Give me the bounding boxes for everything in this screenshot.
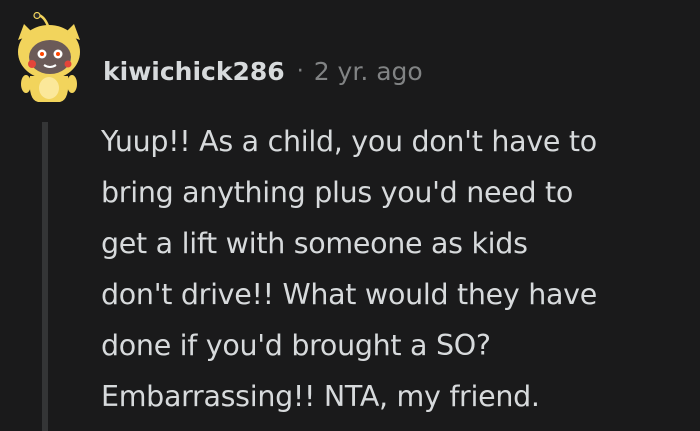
thread-collapse-line[interactable] (42, 122, 48, 431)
comment-body: Yuup!! As a child, you don't have to bri… (101, 116, 691, 422)
username-link[interactable]: kiwichick286 (103, 57, 285, 86)
comment-meta: kiwichick286 · 2 yr. ago (103, 54, 423, 88)
comment-body-line: bring anything plus you'd need to (101, 176, 574, 209)
snoo-avatar-icon (18, 11, 80, 102)
comment-body-line: get a lift with someone as kids (101, 227, 528, 260)
comment-timestamp[interactable]: 2 yr. ago (314, 57, 423, 86)
meta-separator: · (296, 58, 304, 84)
comment-body-line: Yuup!! As a child, you don't have to (101, 125, 597, 158)
comment-body-line: don't drive!! What would they have (101, 278, 597, 311)
comment-body-line: Embarrassing!! NTA, my friend. (101, 380, 540, 413)
user-avatar[interactable] (14, 11, 84, 104)
comment: kiwichick286 · 2 yr. ago Yuup!! As a chi… (0, 0, 700, 431)
comment-body-line: done if you'd brought a SO? (101, 329, 491, 362)
